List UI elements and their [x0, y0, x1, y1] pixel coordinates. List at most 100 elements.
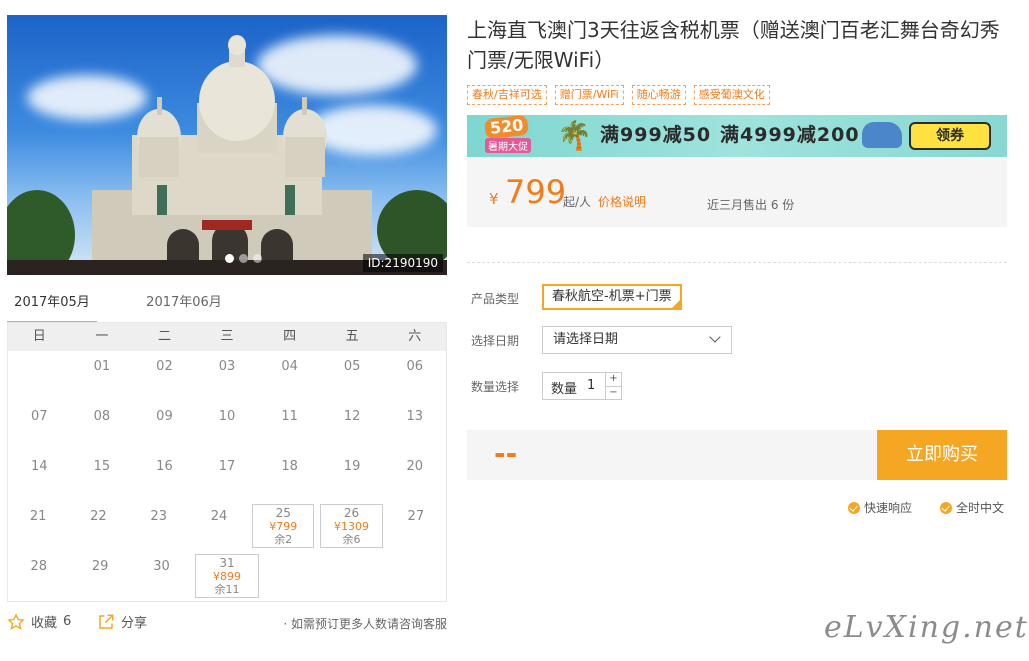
calendar-day: 12 — [321, 401, 384, 451]
day-number: 10 — [218, 409, 236, 424]
day-number: 27 — [407, 509, 425, 524]
tab-month-june[interactable]: 2017年06月 — [139, 285, 229, 324]
weekday-label: 日 — [32, 329, 46, 344]
day-number: 11 — [281, 409, 298, 424]
tab-month-may[interactable]: 2017年05月 — [7, 285, 97, 324]
day-price: ¥1309 — [334, 520, 370, 533]
day-price: ¥799 — [269, 520, 298, 533]
calendar-day-available[interactable]: 31 ¥899 余11 — [195, 554, 259, 598]
slide-dot[interactable] — [225, 254, 234, 263]
calendar-day-available[interactable]: 25 ¥799 余2 — [252, 504, 315, 548]
calendar-day — [323, 551, 384, 601]
calendar-day — [262, 551, 323, 601]
price-explain-link[interactable]: 价格说明 — [598, 193, 646, 210]
product-photo[interactable]: ID:2190190 — [7, 15, 447, 275]
date-calendar: 日 一 二 三 四 五 六 01 02 03 04 05 06 07 08 09 10 11 12 13… — [7, 322, 447, 602]
month-tabs: 2017年05月 2017年06月 — [7, 285, 447, 325]
total-price: -- — [494, 437, 518, 470]
product-type-option[interactable]: 春秋航空-机票+门票 — [542, 284, 682, 310]
promo-banner[interactable]: 520 暑期大促 🌴 满999减50 满4999减200 领券 — [467, 115, 1007, 157]
image-id-label: ID:2190190 — [362, 254, 443, 272]
product-type-label: 产品类型 — [471, 292, 520, 306]
calendar-week-row: 28 29 30 31 ¥899 余11 — [8, 551, 446, 601]
calendar-day: 24 — [189, 501, 249, 551]
day-number: 03 — [218, 359, 236, 374]
favorite-button[interactable]: 收藏 6 — [7, 612, 71, 631]
day-number: 18 — [281, 459, 298, 474]
buy-bar: -- 立即购买 — [467, 430, 1007, 480]
decrement-button[interactable]: − — [606, 386, 621, 399]
calendar-day: 01 — [71, 351, 134, 401]
weekday-label: 三 — [220, 329, 234, 344]
slide-indicator — [225, 254, 262, 263]
day-remaining: 余2 — [274, 533, 293, 546]
service-badges: 快速响应 全时中文 — [848, 499, 1004, 516]
favorite-count: 6 — [63, 614, 72, 629]
calendar-day: 07 — [8, 401, 71, 451]
day-number: 22 — [90, 509, 107, 524]
share-button[interactable]: 分享 — [97, 612, 147, 631]
product-tag: 赠门票/WiFi — [554, 85, 624, 105]
service-label: 全时中文 — [956, 501, 1005, 515]
calendar-day: 23 — [129, 501, 189, 551]
day-number: 30 — [153, 559, 170, 574]
day-remaining: 余6 — [342, 533, 361, 546]
get-coupon-button[interactable]: 领券 — [909, 122, 991, 150]
quantity-inner-label: 数量 — [551, 382, 578, 397]
calendar-day: 10 — [196, 401, 259, 451]
promo-deal-1: 满999减50 — [600, 124, 712, 146]
slide-dot[interactable] — [239, 254, 248, 263]
date-select[interactable]: 请选择日期 — [542, 326, 732, 354]
calendar-body: 01 02 03 04 05 06 07 08 09 10 11 12 13 14 15 16 17 18 19 20… — [8, 351, 446, 601]
quantity-value[interactable]: 1 — [587, 378, 595, 393]
weekday-label: 五 — [345, 329, 359, 344]
slide-dot[interactable] — [253, 254, 262, 263]
calendar-week-row: 07 08 09 10 11 12 13 — [8, 401, 446, 451]
increment-button[interactable]: + — [606, 373, 621, 386]
calendar-day: 19 — [321, 451, 384, 501]
product-tag: 随心畅游 — [631, 85, 686, 105]
calendar-day — [8, 351, 71, 401]
calendar-day — [385, 551, 446, 601]
calendar-day: 17 — [196, 451, 259, 501]
calendar-week-row: 14 15 16 17 18 19 20 — [8, 451, 446, 501]
selected-corner-icon — [671, 300, 680, 308]
price-currency: ¥ — [489, 190, 499, 208]
share-icon — [99, 614, 114, 629]
day-number: 20 — [406, 459, 424, 474]
quantity-label: 数量选择 — [471, 380, 520, 394]
price-unit: 起/人 — [563, 195, 592, 209]
day-number: 29 — [91, 559, 109, 574]
palm-tree-icon: 🌴 — [557, 119, 592, 152]
service-chinese-support: 全时中文 — [940, 499, 1004, 516]
calendar-day: 22 — [68, 501, 128, 551]
check-circle-icon — [848, 501, 860, 514]
watermark: eLvXing.net — [824, 610, 1029, 645]
group-booking-note: · 如需预订更多人数请咨询客服 — [283, 617, 447, 631]
day-number: 13 — [406, 409, 424, 424]
day-number: 12 — [343, 409, 361, 424]
tag-list: 春秋/吉祥可选 赠门票/WiFi 随心畅游 感受葡澳文化 — [467, 85, 770, 105]
buy-now-button[interactable]: 立即购买 — [877, 430, 1007, 480]
day-number: 31 — [219, 556, 235, 570]
calendar-day: 02 — [133, 351, 196, 401]
stepper-buttons: + − — [605, 373, 621, 399]
day-number: 08 — [93, 409, 111, 424]
quantity-stepper[interactable]: 数量 1 + − — [542, 372, 622, 400]
day-number: 04 — [281, 359, 298, 374]
day-number: 23 — [150, 509, 167, 524]
calendar-day: 18 — [258, 451, 321, 501]
star-icon — [7, 612, 25, 630]
day-number: 17 — [218, 459, 236, 474]
promo-deal-2: 满4999减200 — [720, 124, 860, 146]
calendar-day: 11 — [258, 401, 321, 451]
calendar-day: 06 — [383, 351, 446, 401]
check-circle-icon — [940, 501, 953, 514]
calendar-day: 14 — [8, 451, 71, 501]
product-page: ID:2190190 2017年05月 2017年06月 日 一 二 三 四 五… — [0, 0, 1029, 661]
calendar-day: 28 — [8, 551, 69, 601]
calendar-day-available[interactable]: 26 ¥1309 余6 — [320, 504, 383, 548]
promo-badge-sub: 暑期大促 — [485, 138, 531, 153]
day-number: 09 — [156, 409, 173, 424]
sales-count: 近三月售出 6 份 — [707, 198, 795, 212]
